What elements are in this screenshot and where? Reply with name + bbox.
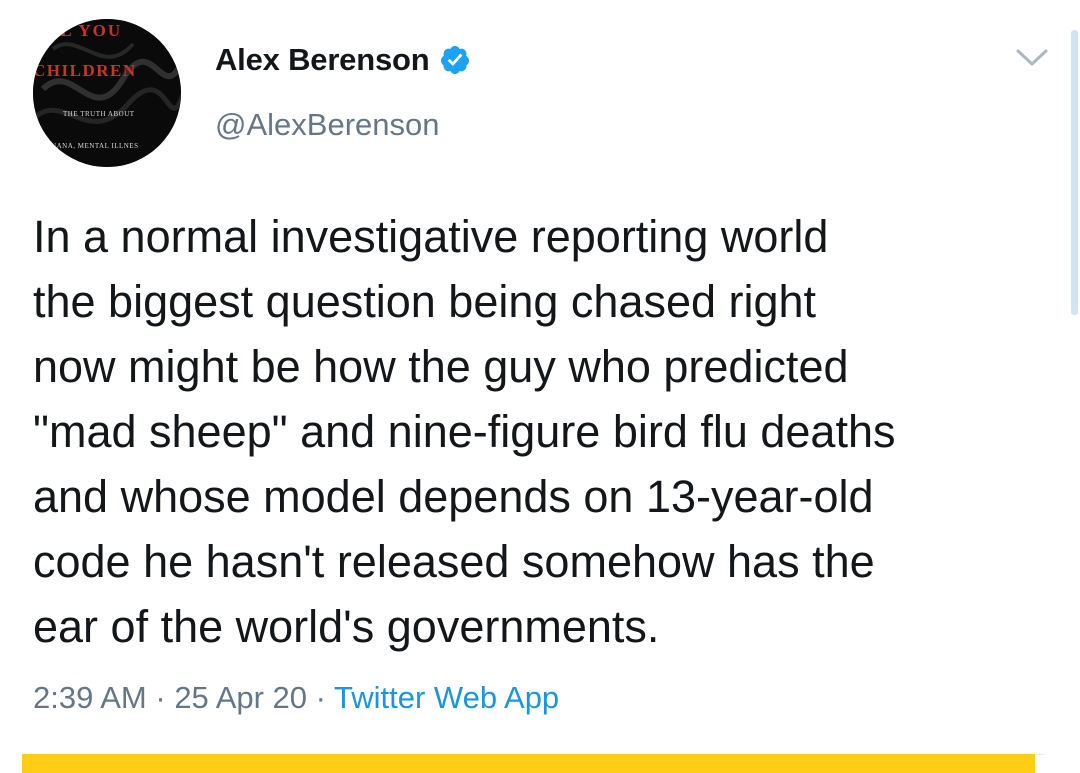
tweet-time[interactable]: 2:39 AM — [33, 680, 147, 715]
tweet-text: In a normal investigative reporting worl… — [33, 211, 896, 652]
avatar[interactable]: LL YOU CHILDREN THE TRUTH ABOUT IJUANA, … — [33, 19, 181, 167]
yellow-banner — [22, 754, 1035, 773]
meta-separator: · — [146, 680, 175, 715]
author-name-row[interactable]: Alex Berenson — [215, 40, 471, 80]
avatar-title-line1: LL YOU — [47, 21, 122, 40]
divider — [1035, 754, 1045, 755]
verified-badge-icon — [441, 46, 470, 74]
avatar-subtitle-line1: THE TRUTH ABOUT — [63, 110, 135, 118]
tweet-source-link[interactable]: Twitter Web App — [334, 680, 559, 715]
display-name[interactable]: Alex Berenson — [215, 42, 430, 78]
meta-separator: · — [307, 680, 335, 715]
tweet-date[interactable]: 25 Apr 20 — [174, 680, 307, 715]
avatar-book-cover: LL YOU CHILDREN THE TRUTH ABOUT IJUANA, … — [33, 19, 181, 167]
avatar-subtitle-line2: IJUANA, MENTAL ILLNES — [45, 142, 138, 150]
scrollbar[interactable] — [1071, 30, 1078, 315]
avatar-title-line2: CHILDREN — [33, 61, 137, 80]
author-handle[interactable]: @AlexBerenson — [215, 107, 439, 143]
chevron-down-icon[interactable] — [1015, 47, 1049, 69]
tweet-meta: 2:39 AM · 25 Apr 20 · Twitter Web App — [33, 680, 559, 716]
